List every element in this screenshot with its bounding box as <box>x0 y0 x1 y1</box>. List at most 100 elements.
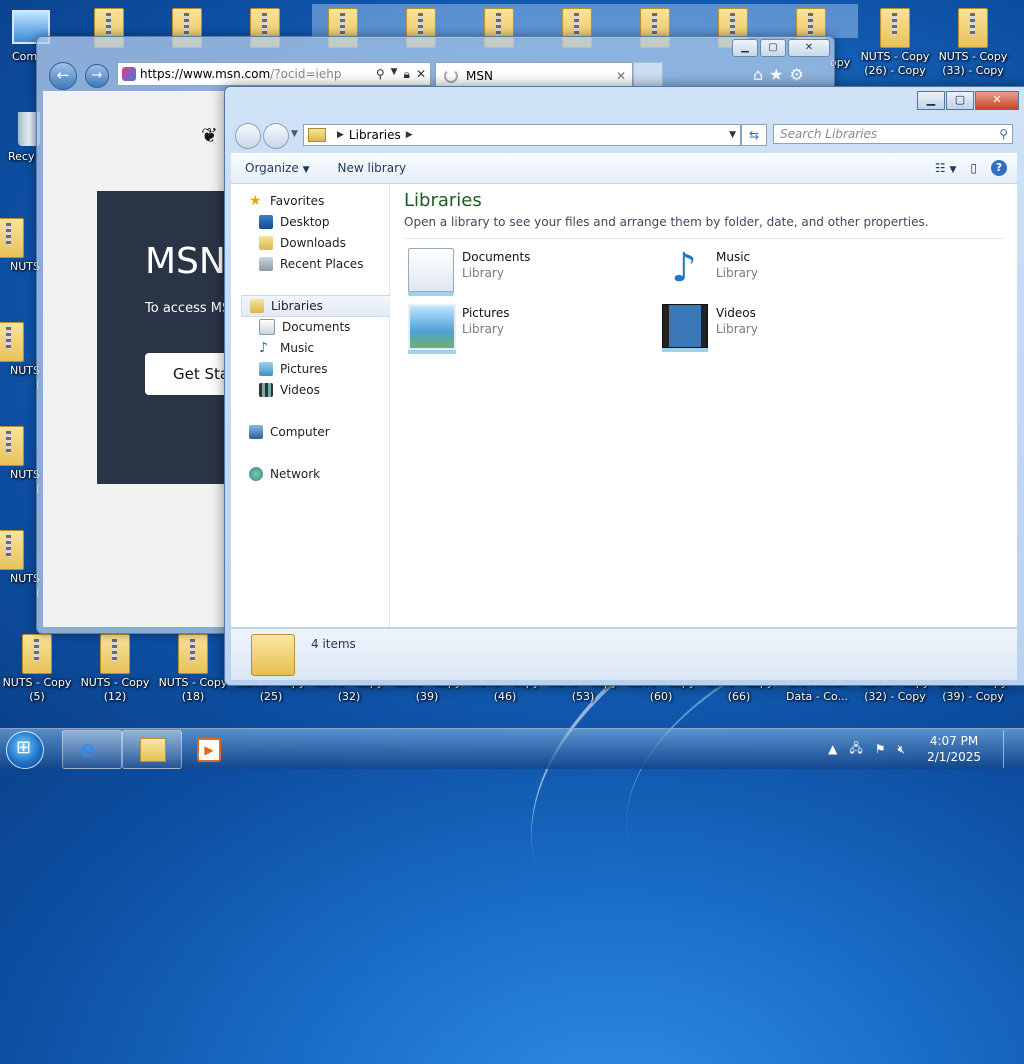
pictures-library-icon <box>408 304 456 350</box>
gear-icon[interactable]: ⚙ <box>790 65 804 84</box>
lock-icon[interactable]: 🔒︎ <box>404 67 410 82</box>
media-player-icon: ▶ <box>197 738 221 762</box>
taskbar-internet-explorer[interactable]: e <box>62 730 122 769</box>
help-icon[interactable]: ? <box>991 160 1007 176</box>
address-tools: ⚲ ▼ 🔒︎ ✕ <box>376 67 430 82</box>
forward-button[interactable] <box>263 123 289 149</box>
pictures-icon <box>259 362 273 376</box>
address-dropdown-icon[interactable]: ▼ <box>729 130 736 140</box>
taskbar-media-player[interactable]: ▶ <box>182 730 232 769</box>
desktop-icon <box>259 215 273 229</box>
new-library-button[interactable]: New library <box>324 161 421 175</box>
nav-item-pictures[interactable]: Pictures <box>259 359 328 379</box>
network-icon <box>249 467 263 481</box>
nav-item-videos[interactable]: Videos <box>259 380 320 400</box>
change-view-icon[interactable]: ☷ ▼ <box>935 161 957 175</box>
close-button[interactable]: ✕ <box>788 39 830 57</box>
computer-icon <box>249 425 263 439</box>
library-documents[interactable]: Documents Library <box>408 246 648 292</box>
chevron-down-icon: ▼ <box>302 165 310 175</box>
zip-folder-icon <box>22 634 52 674</box>
search-icon[interactable]: ⚲ <box>376 67 385 82</box>
network-icon[interactable]: 🖧︎ <box>849 739 862 760</box>
content-pane: Libraries Open a library to see your fil… <box>390 184 1017 627</box>
libraries-folder-icon <box>251 634 295 676</box>
internet-explorer-icon: e <box>80 734 96 763</box>
breadcrumb[interactable]: ▶ Libraries ▶ ▼ <box>303 124 741 146</box>
breadcrumb-arrow-icon[interactable]: ▶ <box>337 130 344 140</box>
show-desktop-button[interactable] <box>1003 730 1016 768</box>
recent-pages-dropdown-icon[interactable]: ▼ <box>291 129 298 139</box>
music-icon: ♪ <box>259 340 268 356</box>
zip-folder-icon <box>0 426 24 466</box>
zip-folder-icon <box>0 322 24 362</box>
nav-item-desktop[interactable]: Desktop <box>259 212 330 232</box>
details-pane: 4 items <box>231 628 1017 680</box>
msn-butterfly-logo-icon: ❦ <box>201 123 218 147</box>
tab-msn[interactable]: MSN ✕ <box>435 62 633 89</box>
volume-muted-icon[interactable]: 🔇︎ <box>898 742 906 757</box>
taskbar: e ▶ ▲ 🖧︎ ⚑ 🔇︎ 4:07 PM 2/1/2025 <box>0 728 1024 769</box>
refresh-button[interactable]: ⇆ <box>741 124 767 146</box>
item-count: 4 items <box>311 637 356 651</box>
maximize-button[interactable]: ▢ <box>760 39 786 57</box>
taskbar-windows-explorer[interactable] <box>122 730 182 769</box>
documents-icon <box>259 319 275 335</box>
minimize-button[interactable]: ▁ <box>917 91 945 110</box>
forward-button[interactable]: → <box>85 64 109 88</box>
desktop-icon-nuts-5[interactable]: NUTS - Copy (5) <box>0 634 74 704</box>
dropdown-icon[interactable]: ▼ <box>391 67 398 82</box>
videos-icon <box>259 383 273 397</box>
folder-icon <box>140 738 166 762</box>
desktop-icon-nuts-18[interactable]: NUTS - Copy (18) <box>156 634 230 704</box>
preview-pane-icon[interactable]: ▯ <box>970 161 977 175</box>
command-bar: Organize ▼ New library ☷ ▼ ▯ ? <box>231 153 1017 184</box>
library-videos[interactable]: Videos Library <box>662 302 902 348</box>
library-pictures[interactable]: Pictures Library <box>408 302 648 350</box>
library-music[interactable]: ♪ Music Library <box>662 246 902 292</box>
nav-item-music[interactable]: ♪ Music <box>259 338 314 358</box>
nav-item-network[interactable]: Network <box>249 464 320 484</box>
desktop-icon-nuts-12[interactable]: NUTS - Copy (12) <box>78 634 152 704</box>
back-button[interactable]: ← <box>49 62 77 90</box>
clock-date: 2/1/2025 <box>927 750 981 764</box>
show-hidden-icons-icon[interactable]: ▲ <box>828 742 837 756</box>
nav-item-documents[interactable]: Documents <box>259 317 350 337</box>
maximize-button[interactable]: ▢ <box>946 91 974 110</box>
tab-close-icon[interactable]: ✕ <box>616 69 626 83</box>
stop-icon[interactable]: ✕ <box>416 67 426 82</box>
explorer-window[interactable]: ▁ ▢ ✕ ▼ ▶ Libraries ▶ ▼ ⇆ Search Librari… <box>224 86 1024 686</box>
clock-time: 4:07 PM <box>929 734 979 748</box>
breadcrumb-libraries[interactable]: Libraries <box>349 128 401 142</box>
recent-places-icon <box>259 257 273 271</box>
organize-button[interactable]: Organize ▼ <box>231 161 324 175</box>
back-button[interactable] <box>235 123 261 149</box>
url-host: https://www.msn.com <box>140 67 271 81</box>
close-button[interactable]: ✕ <box>975 91 1019 110</box>
nav-item-recent-places[interactable]: Recent Places <box>259 254 363 274</box>
libraries-folder-icon <box>308 128 326 142</box>
page-title: Libraries <box>404 190 482 211</box>
action-center-flag-icon[interactable]: ⚑ <box>875 742 886 756</box>
nav-item-favorites[interactable]: ★ Favorites <box>249 191 324 211</box>
breadcrumb-arrow-icon[interactable]: ▶ <box>406 130 413 140</box>
nav-item-computer[interactable]: Computer <box>249 422 330 442</box>
nav-item-libraries[interactable]: Libraries <box>241 295 391 317</box>
ie-caption-buttons: ▁ ▢ ✕ <box>732 39 830 57</box>
explorer-caption-buttons: ▁ ▢ ✕ <box>917 91 1019 110</box>
divider <box>404 238 1004 239</box>
desktop-icon-nuts-33[interactable]: NUTS - Copy (33) - Copy <box>936 8 1010 78</box>
star-icon: ★ <box>249 193 262 209</box>
favorites-star-icon[interactable]: ★ <box>769 65 783 84</box>
nav-item-downloads[interactable]: Downloads <box>259 233 346 253</box>
system-tray: ▲ 🖧︎ ⚑ 🔇︎ 4:07 PM 2/1/2025 <box>828 729 1024 769</box>
start-button[interactable] <box>6 731 44 769</box>
search-input[interactable]: Search Libraries ⚲ <box>773 124 1013 144</box>
desktop-icon-nuts-26[interactable]: NUTS - Copy (26) - Copy <box>858 8 932 78</box>
home-icon[interactable]: ⌂ <box>753 65 763 84</box>
clock[interactable]: 4:07 PM 2/1/2025 <box>917 733 991 765</box>
minimize-button[interactable]: ▁ <box>732 39 758 57</box>
address-bar[interactable]: https://www.msn.com/?ocid=iehp ⚲ ▼ 🔒︎ ✕ <box>117 62 431 86</box>
navigation-pane: ★ Favorites Desktop Downloads Recent Plac… <box>231 184 391 627</box>
search-icon[interactable]: ⚲ <box>999 127 1008 141</box>
